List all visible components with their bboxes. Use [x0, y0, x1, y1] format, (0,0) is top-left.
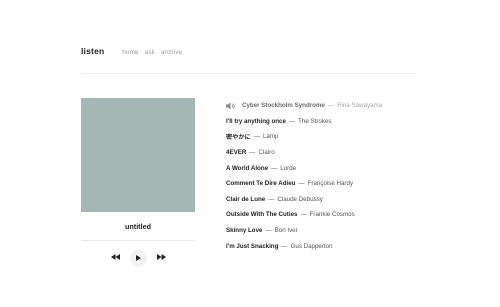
separator: —: [271, 164, 278, 172]
song-artist: Lamp: [262, 133, 279, 141]
song-title: Clair de Lune: [226, 195, 266, 203]
playlist-item[interactable]: Comment Te Dire Adieu — Françoise Hardy: [226, 176, 382, 192]
song-artist: Françoise Hardy: [307, 180, 354, 188]
song-artist: Rina Sawayama: [337, 102, 383, 110]
playlist-item-current[interactable]: Cyber Stockholm Syndrome — Rina Sawayama: [226, 98, 382, 114]
nav-archive-link[interactable]: archive: [161, 49, 182, 56]
top-nav: home ask archive: [122, 49, 182, 56]
song-title: Outside With The Cuties: [226, 211, 298, 219]
play-button[interactable]: [129, 249, 147, 267]
separator: —: [249, 149, 256, 157]
playlist-item[interactable]: 4EVER — Clairo: [226, 145, 382, 161]
separator: —: [253, 133, 260, 141]
speaker-icon: [226, 102, 236, 110]
playlist-item[interactable]: 密やかに — Lamp: [226, 129, 382, 145]
separator: —: [268, 195, 275, 203]
song-title: I'm Just Snacking: [226, 242, 279, 250]
rewind-icon[interactable]: [110, 253, 120, 263]
song-title: 4EVER: [226, 149, 247, 157]
song-artist: Frankie Cosmos: [309, 211, 355, 219]
song-artist: Gus Dapperton: [290, 242, 333, 250]
song-title: Comment Te Dire Adieu: [226, 180, 296, 188]
separator: —: [298, 180, 305, 188]
song-title: A World Alone: [226, 164, 269, 172]
separator: —: [300, 211, 307, 219]
separator: —: [288, 117, 296, 125]
separator: —: [327, 102, 335, 110]
playlist-item[interactable]: A World Alone — Lorde: [226, 160, 382, 176]
song-artist: Clairo: [258, 149, 275, 157]
fast-forward-icon[interactable]: [156, 253, 166, 263]
nav-ask-link[interactable]: ask: [145, 49, 155, 56]
playlist-item[interactable]: Clair de Lune — Claude Debussy: [226, 192, 382, 208]
song-title: I'll try anything once: [226, 117, 286, 125]
song-title: Cyber Stockholm Syndrome: [242, 102, 325, 110]
playlist-item[interactable]: Outside With The Cuties — Frankie Cosmos: [226, 207, 382, 223]
playlist: Cyber Stockholm Syndrome — Rina Sawayama I…: [226, 98, 382, 254]
header-divider: [81, 73, 416, 74]
song-artist: Lorde: [280, 164, 297, 172]
separator: —: [265, 227, 272, 235]
song-artist: The Strokes: [298, 117, 332, 125]
song-artist: Bon Iver: [274, 227, 298, 235]
nav-home-link[interactable]: home: [122, 49, 138, 56]
song-title: Skinny Love: [226, 227, 263, 235]
playlist-item[interactable]: I'll try anything once — The Strokes: [226, 114, 382, 130]
play-icon: [135, 255, 141, 261]
player-controls: [81, 249, 195, 267]
song-title: 密やかに: [226, 134, 251, 142]
site-title[interactable]: listen: [81, 46, 104, 56]
playlist-item[interactable]: Skinny Love — Bon Iver: [226, 223, 382, 239]
separator: —: [281, 242, 288, 250]
site-header: listen home ask archive: [81, 46, 182, 56]
playlist-item[interactable]: I'm Just Snacking — Gus Dapperton: [226, 238, 382, 254]
album-cover: [81, 98, 195, 212]
song-artist: Claude Debussy: [277, 195, 323, 203]
progress-track[interactable]: [81, 240, 195, 241]
now-playing-title: untitled: [125, 222, 151, 231]
